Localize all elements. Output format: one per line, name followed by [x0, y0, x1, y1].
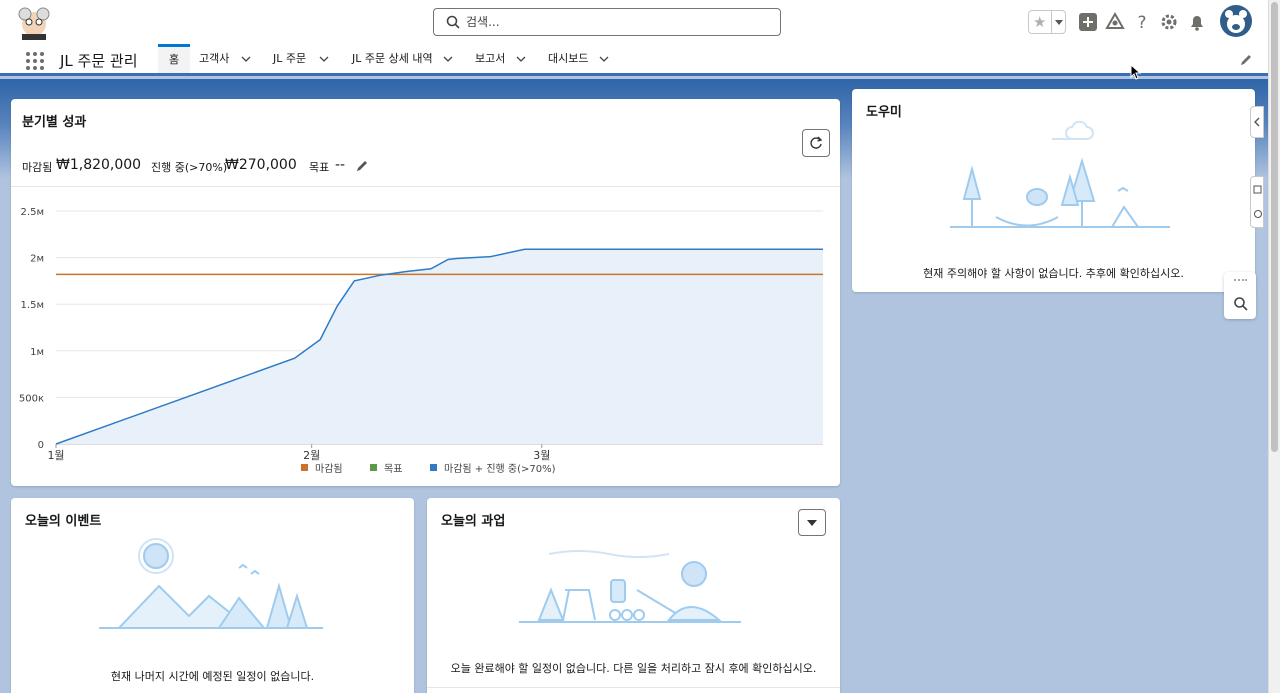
card-title: 분기별 성과	[22, 115, 87, 130]
tasks-message: 오늘 완료해야 할 일정이 없습니다. 다른 일을 처리하고 잠시 후에 확인하…	[450, 662, 817, 675]
card-title: 오늘의 이벤트	[25, 514, 102, 529]
y-tick-label: 500к	[19, 393, 44, 404]
refresh-button[interactable]	[802, 129, 830, 157]
app-launcher-icon[interactable]	[25, 51, 45, 71]
chevron-down-icon[interactable]	[599, 55, 609, 63]
chevron-down-icon[interactable]	[241, 55, 251, 63]
todays-tasks-card: 오늘의 과업 오늘 완료해야 할 일정이 없습니다. 다른 일을 처리하고 잠시…	[427, 498, 840, 693]
favorites-dropdown[interactable]	[1051, 11, 1065, 33]
gear-icon[interactable]	[1159, 12, 1179, 32]
y-tick-label: 2.5м	[21, 207, 44, 218]
trailhead-icon[interactable]	[1105, 12, 1125, 32]
star-icon: ★	[1033, 13, 1047, 31]
side-utility-icons	[1253, 185, 1262, 218]
x-tick-label: 2월	[303, 449, 320, 462]
card-title: 도우미	[866, 105, 902, 120]
favorites-button[interactable]: ★	[1028, 10, 1066, 34]
y-tick-label: 1.5м	[21, 300, 44, 311]
y-tick-label: 1м	[30, 347, 44, 358]
divider	[427, 687, 840, 688]
side-panel-toggle[interactable]	[1250, 106, 1264, 138]
edit-nav-pencil-icon[interactable]	[1239, 53, 1253, 67]
chevron-down-icon	[807, 520, 817, 526]
global-actions-icon[interactable]	[1078, 12, 1098, 32]
search-icon[interactable]	[1233, 296, 1249, 312]
legend-swatch	[430, 464, 437, 471]
tab-home[interactable]: 홈	[158, 44, 190, 73]
open-value: ₩270,000	[225, 157, 297, 173]
side-utility-tabs[interactable]	[1250, 176, 1264, 228]
x-tick-label: 1월	[47, 449, 64, 462]
mouse-cursor	[1130, 64, 1142, 80]
assistant-message: 현재 주의해야 할 사항이 없습니다. 추후에 확인하십시오.	[923, 267, 1184, 280]
notifications-bell-icon[interactable]	[1187, 12, 1207, 32]
help-icon[interactable]: ?	[1132, 12, 1152, 32]
assistant-card: 도우미 현재 주의해야 할 사항이 없습니다. 추후에 확인하십시오.	[852, 89, 1255, 292]
svg-text:?: ?	[1137, 13, 1146, 32]
quarterly-stats: 마감됨 ₩1,820,000 진행 중(>70%) ₩270,000 목표 --	[22, 157, 722, 177]
y-tick-label: 2м	[30, 254, 44, 265]
tab-label: 대시보드	[548, 52, 589, 65]
utility-panel	[1224, 272, 1256, 319]
chevron-down-icon[interactable]	[443, 55, 453, 63]
org-logo[interactable]	[14, 4, 54, 40]
tab-label: 홈	[168, 53, 180, 66]
tasks-filter-dropdown[interactable]	[798, 509, 826, 536]
closed-value: ₩1,820,000	[56, 157, 142, 173]
tab-label: JL 주문 상세 내역	[352, 52, 433, 65]
open-label: 진행 중(>70%)	[151, 161, 228, 174]
global-header: ★ ?	[0, 0, 1268, 44]
quarterly-performance-chart: 0 500к 1м 1.5м 2м 2.5м 1월 2월 3월마감됨 목표 마감됨 + 진행 중(>…	[19, 207, 823, 475]
scrollbar-thumb[interactable]	[1271, 2, 1278, 452]
refresh-icon	[810, 136, 823, 149]
edit-goal-pencil-icon[interactable]	[355, 159, 369, 173]
chevron-down-icon[interactable]	[516, 55, 526, 63]
search-icon	[446, 15, 460, 29]
tab-label: 고객사	[199, 52, 230, 65]
tab-label: 보고서	[475, 52, 506, 65]
closed-label: 마감됨	[22, 161, 53, 174]
x-tick-label: 3월	[533, 449, 550, 462]
chevron-left-icon	[1254, 117, 1260, 127]
card-title: 오늘의 과업	[441, 514, 506, 529]
global-search[interactable]	[433, 8, 781, 36]
y-tick-label: 0	[38, 440, 44, 451]
page-scrollbar[interactable]	[1268, 0, 1280, 693]
legend-swatch	[301, 464, 308, 471]
todays-events-card: 오늘의 이벤트 현재 나머지 시간에 예정된 일정이 없습니다.	[11, 498, 414, 693]
tab-jl-order-details[interactable]: JL 주문 상세 내역	[352, 44, 452, 73]
chevron-down-icon[interactable]	[319, 55, 329, 63]
divider	[11, 186, 840, 187]
legend-label: 마감됨	[315, 463, 343, 475]
app-name: JL 주문 관리	[60, 52, 138, 70]
user-avatar[interactable]	[1220, 5, 1252, 37]
legend-label: 목표	[384, 463, 402, 475]
tab-label: JL 주문	[273, 52, 307, 65]
tasks-empty-illustration	[519, 550, 741, 623]
legend-label: 마감됨 + 진행 중(>70%)	[444, 463, 556, 475]
search-input[interactable]	[466, 12, 766, 32]
events-message: 현재 나머지 시간에 예정된 일정이 없습니다.	[110, 670, 315, 683]
series-area-closed-open	[56, 249, 823, 444]
goal-label: 목표	[309, 161, 330, 174]
drag-handle-icon[interactable]	[1233, 278, 1247, 282]
assistant-empty-illustration	[950, 120, 1170, 228]
quarterly-performance-card: 분기별 성과 마감됨 ₩1,820,000 진행 중(>70%) ₩270,00…	[11, 99, 840, 486]
app-nav-bar: JL 주문 관리 홈 고객사 JL 주문 JL 주문 상세 내역 보고서 대시보…	[0, 44, 1268, 76]
events-empty-illustration	[99, 538, 323, 629]
legend-swatch	[370, 464, 377, 471]
goal-value: --	[335, 157, 346, 173]
